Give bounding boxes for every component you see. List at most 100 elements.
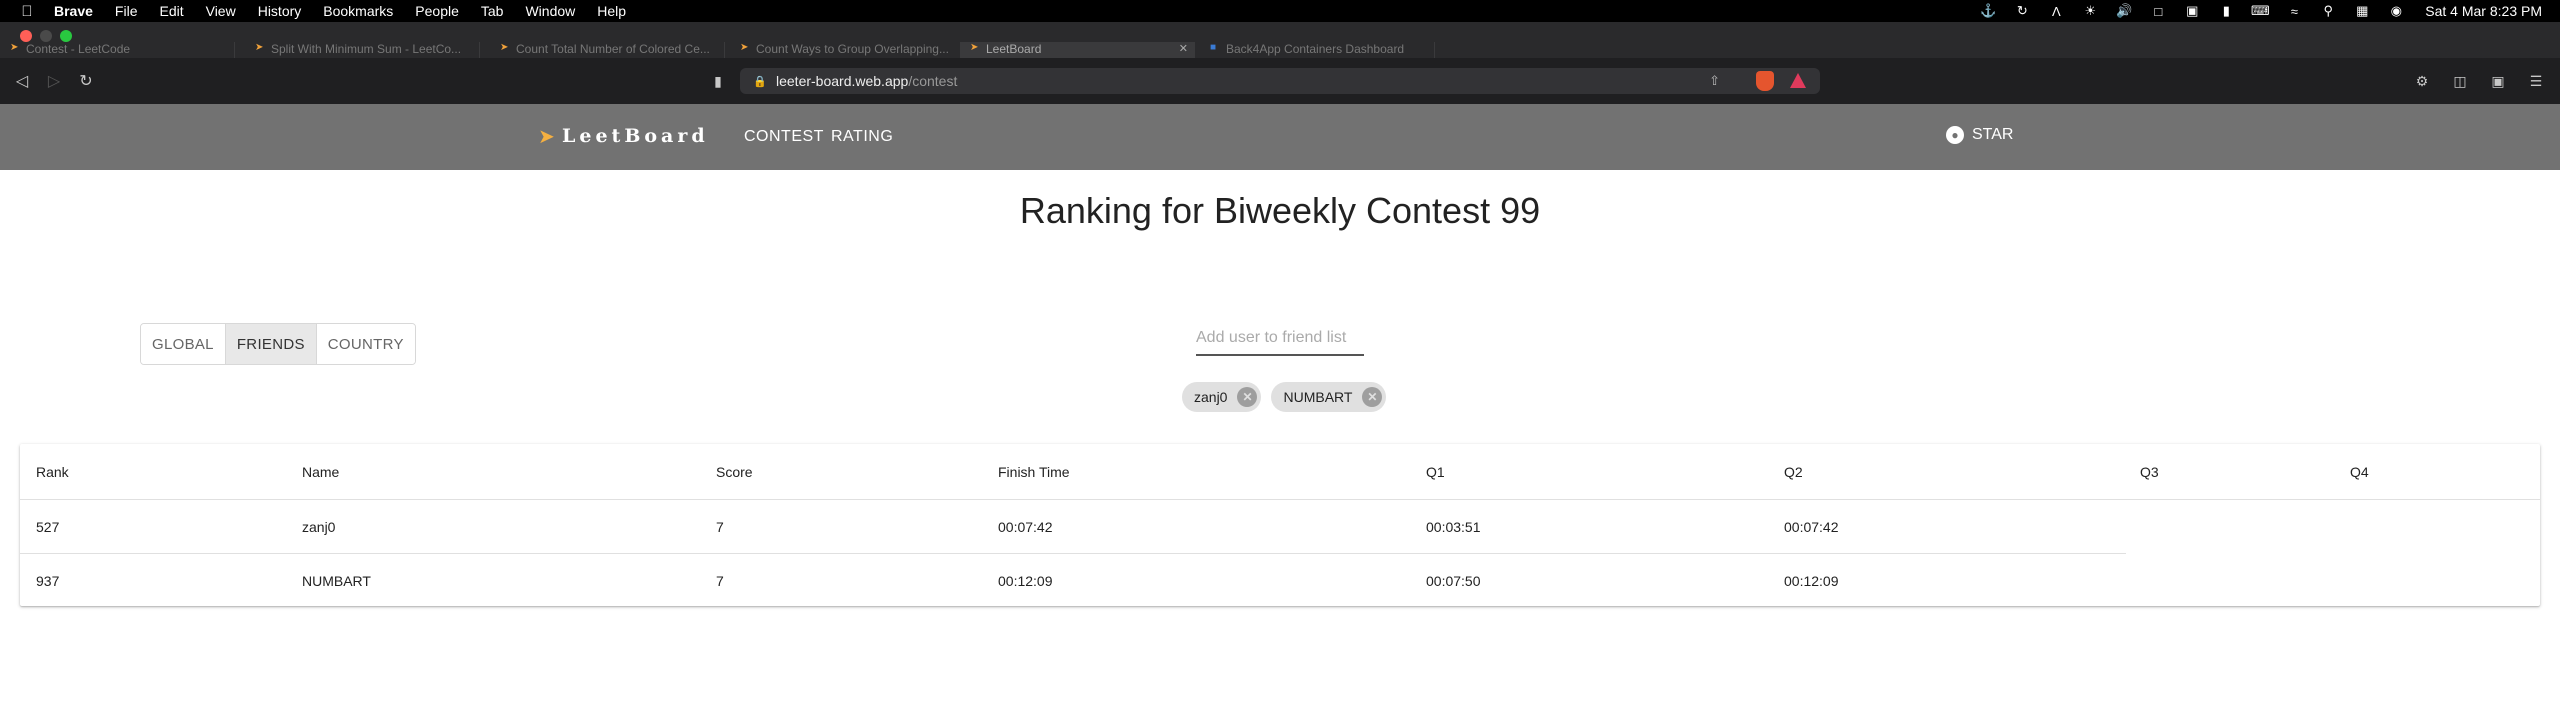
calendar-icon[interactable]: ▣ [2183, 3, 2201, 18]
cell-name: zanj0 [302, 519, 336, 535]
display-icon[interactable]: □ [2149, 4, 2167, 19]
menubar-clock[interactable]: Sat 4 Mar 8:23 PM [2425, 3, 2542, 19]
reload-icon[interactable]: ↻ [76, 71, 96, 91]
brave-rewards-icon[interactable] [1790, 73, 1806, 88]
logo-text: LeetBoard [562, 125, 709, 147]
back-arrow-icon[interactable]: ◁ [12, 71, 32, 91]
nav-contest-link[interactable]: CONTEST [744, 128, 824, 146]
toggle-friends-button[interactable]: FRIENDS [225, 324, 317, 364]
wifi-icon[interactable]: ≈ [2285, 4, 2303, 19]
forward-arrow-icon[interactable]: ▷ [44, 71, 64, 91]
close-tab-icon[interactable]: ✕ [1179, 42, 1188, 55]
toggle-country-button[interactable]: COUNTRY [316, 324, 415, 364]
remove-chip-icon[interactable]: ✕ [1237, 387, 1258, 407]
keyboard-icon[interactable]: ⌨ [2251, 3, 2270, 18]
tab-title: Count Ways to Group Overlapping... [756, 42, 949, 56]
tab-count-ways-group[interactable]: ➤ Count Ways to Group Overlapping... [730, 42, 965, 58]
zoom-window-button[interactable] [60, 30, 72, 42]
leetcode-favicon-icon: ➤ [500, 42, 509, 53]
battery-icon[interactable]: ▮ [2217, 3, 2235, 18]
menu-view[interactable]: View [206, 3, 236, 19]
cell-q1: 00:03:51 [1426, 519, 1481, 535]
header-q2: Q2 [1784, 463, 1803, 480]
menu-history[interactable]: History [258, 3, 302, 19]
friend-chip[interactable]: zanj0 ✕ [1182, 382, 1262, 412]
friend-chip[interactable]: NUMBART ✕ [1271, 382, 1387, 412]
menu-edit[interactable]: Edit [159, 3, 183, 19]
github-star-button[interactable]: ● STAR [1946, 126, 2013, 144]
wallet-icon[interactable]: ▣ [2488, 71, 2508, 91]
minimize-window-button[interactable] [40, 30, 52, 42]
back4app-favicon-icon: ■ [1210, 42, 1217, 53]
nav-rating-link[interactable]: RATING [831, 128, 893, 146]
leetcode-favicon-icon: ➤ [740, 42, 749, 53]
control-center-icon[interactable]: ▦ [2353, 3, 2371, 18]
sync-icon[interactable]: ↻ [2013, 3, 2031, 18]
brightness-icon[interactable]: ☀ [2081, 3, 2099, 18]
tab-back4app[interactable]: ■ Back4App Containers Dashboard [1200, 42, 1435, 58]
toolbar-right-icons: ⚙ ◫ ▣ ☰ [2412, 71, 2546, 91]
cell-finish-time: 00:07:42 [998, 519, 1053, 535]
page-title: Ranking for Biweekly Contest 99 [1019, 190, 1541, 231]
tab-contest-leetcode[interactable]: ➤ Contest - LeetCode [0, 42, 235, 58]
leetboard-logo-icon: ➤ [538, 125, 555, 148]
header-rank: Rank [36, 463, 69, 480]
tab-title: Count Total Number of Colored Ce... [516, 42, 710, 56]
siri-icon[interactable]: ◉ [2387, 3, 2405, 18]
cell-score: 7 [716, 519, 724, 535]
header-score: Score [716, 463, 753, 480]
tab-leetboard[interactable]: ➤ LeetBoard ✕ [960, 42, 1195, 58]
menubar-status-area: ⚓ ↻ Λ ☀ 🔊 □ ▣ ▮ ⌨ ≈ ⚲ ▦ ◉ Sat 4 Mar 8:23… [1979, 0, 2542, 22]
table-row: 937 NUMBART 7 00:12:09 00:07:50 00:12:09 [20, 554, 2540, 608]
url-path: /contest [908, 73, 958, 89]
remove-chip-icon[interactable]: ✕ [1362, 387, 1383, 407]
extensions-icon[interactable]: ⚙ [2412, 71, 2432, 91]
address-url[interactable]: leeter-board.web.app/contest [776, 73, 957, 89]
tab-strip: ➤ Contest - LeetCode ➤ Split With Minimu… [0, 42, 2560, 58]
menu-tab[interactable]: Tab [481, 3, 504, 19]
browser-title-bar: ➤ Contest - LeetCode ➤ Split With Minimu… [0, 22, 2560, 58]
brave-shields-icon[interactable] [1756, 71, 1774, 91]
close-window-button[interactable] [20, 30, 32, 42]
menu-bookmarks[interactable]: Bookmarks [323, 3, 393, 19]
header-q1: Q1 [1426, 463, 1445, 480]
sidebar-icon[interactable]: ◫ [2450, 71, 2470, 91]
tab-split-minimum-sum[interactable]: ➤ Split With Minimum Sum - LeetCo... [245, 42, 480, 58]
menu-help[interactable]: Help [597, 3, 626, 19]
menu-people[interactable]: People [415, 3, 459, 19]
cell-rank: 937 [36, 573, 60, 589]
header-q4: Q4 [2350, 463, 2369, 480]
menu-icon[interactable]: ☰ [2526, 71, 2546, 91]
star-label: STAR [1972, 126, 2014, 143]
header-finish-time: Finish Time [998, 463, 1070, 480]
macos-menu-bar:  Brave File Edit View History Bookmarks… [0, 0, 2560, 22]
add-friend-input[interactable] [1196, 322, 1364, 356]
share-icon[interactable]: ⇧ [1709, 73, 1720, 89]
menu-window[interactable]: Window [525, 3, 575, 19]
menu-file[interactable]: File [115, 3, 138, 19]
m-app-icon[interactable]: Λ [2047, 4, 2065, 19]
table-header-row: Rank Name Score Finish Time Q1 Q2 Q3 Q4 [20, 444, 2540, 500]
address-bar[interactable]: 🔒 leeter-board.web.app/contest ⇧ [740, 68, 1820, 94]
tab-count-colored-cells[interactable]: ➤ Count Total Number of Colored Ce... [490, 42, 725, 58]
menu-app-name[interactable]: Brave [54, 3, 93, 19]
apple-icon[interactable]:  [20, 3, 34, 20]
tab-title: Split With Minimum Sum - LeetCo... [271, 42, 462, 56]
chip-label: zanj0 [1194, 389, 1228, 405]
cell-name: NUMBART [302, 573, 371, 589]
cell-q1: 00:07:50 [1426, 573, 1481, 589]
ranking-scope-toggle: GLOBAL FRIENDS COUNTRY [140, 323, 416, 365]
bookmark-icon[interactable]: ▮ [708, 71, 728, 91]
spotlight-search-icon[interactable]: ⚲ [2319, 3, 2337, 18]
leetcode-favicon-icon: ➤ [255, 42, 264, 53]
browser-toolbar: ◁ ▷ ↻ ▮ 🔒 leeter-board.web.app/contest ⇧… [0, 58, 2560, 104]
cell-q2: 00:12:09 [1784, 573, 1839, 589]
volume-icon[interactable]: 🔊 [2115, 3, 2133, 18]
leetcode-favicon-icon: ➤ [10, 42, 19, 53]
toggle-global-button[interactable]: GLOBAL [141, 324, 226, 364]
tab-title: Contest - LeetCode [26, 42, 131, 56]
site-header: ➤ LeetBoard CONTEST RATING ● STAR [0, 104, 2560, 170]
docker-icon[interactable]: ⚓ [1979, 3, 1997, 18]
site-logo[interactable]: ➤ LeetBoard [538, 124, 709, 148]
header-q3: Q3 [2140, 463, 2159, 480]
